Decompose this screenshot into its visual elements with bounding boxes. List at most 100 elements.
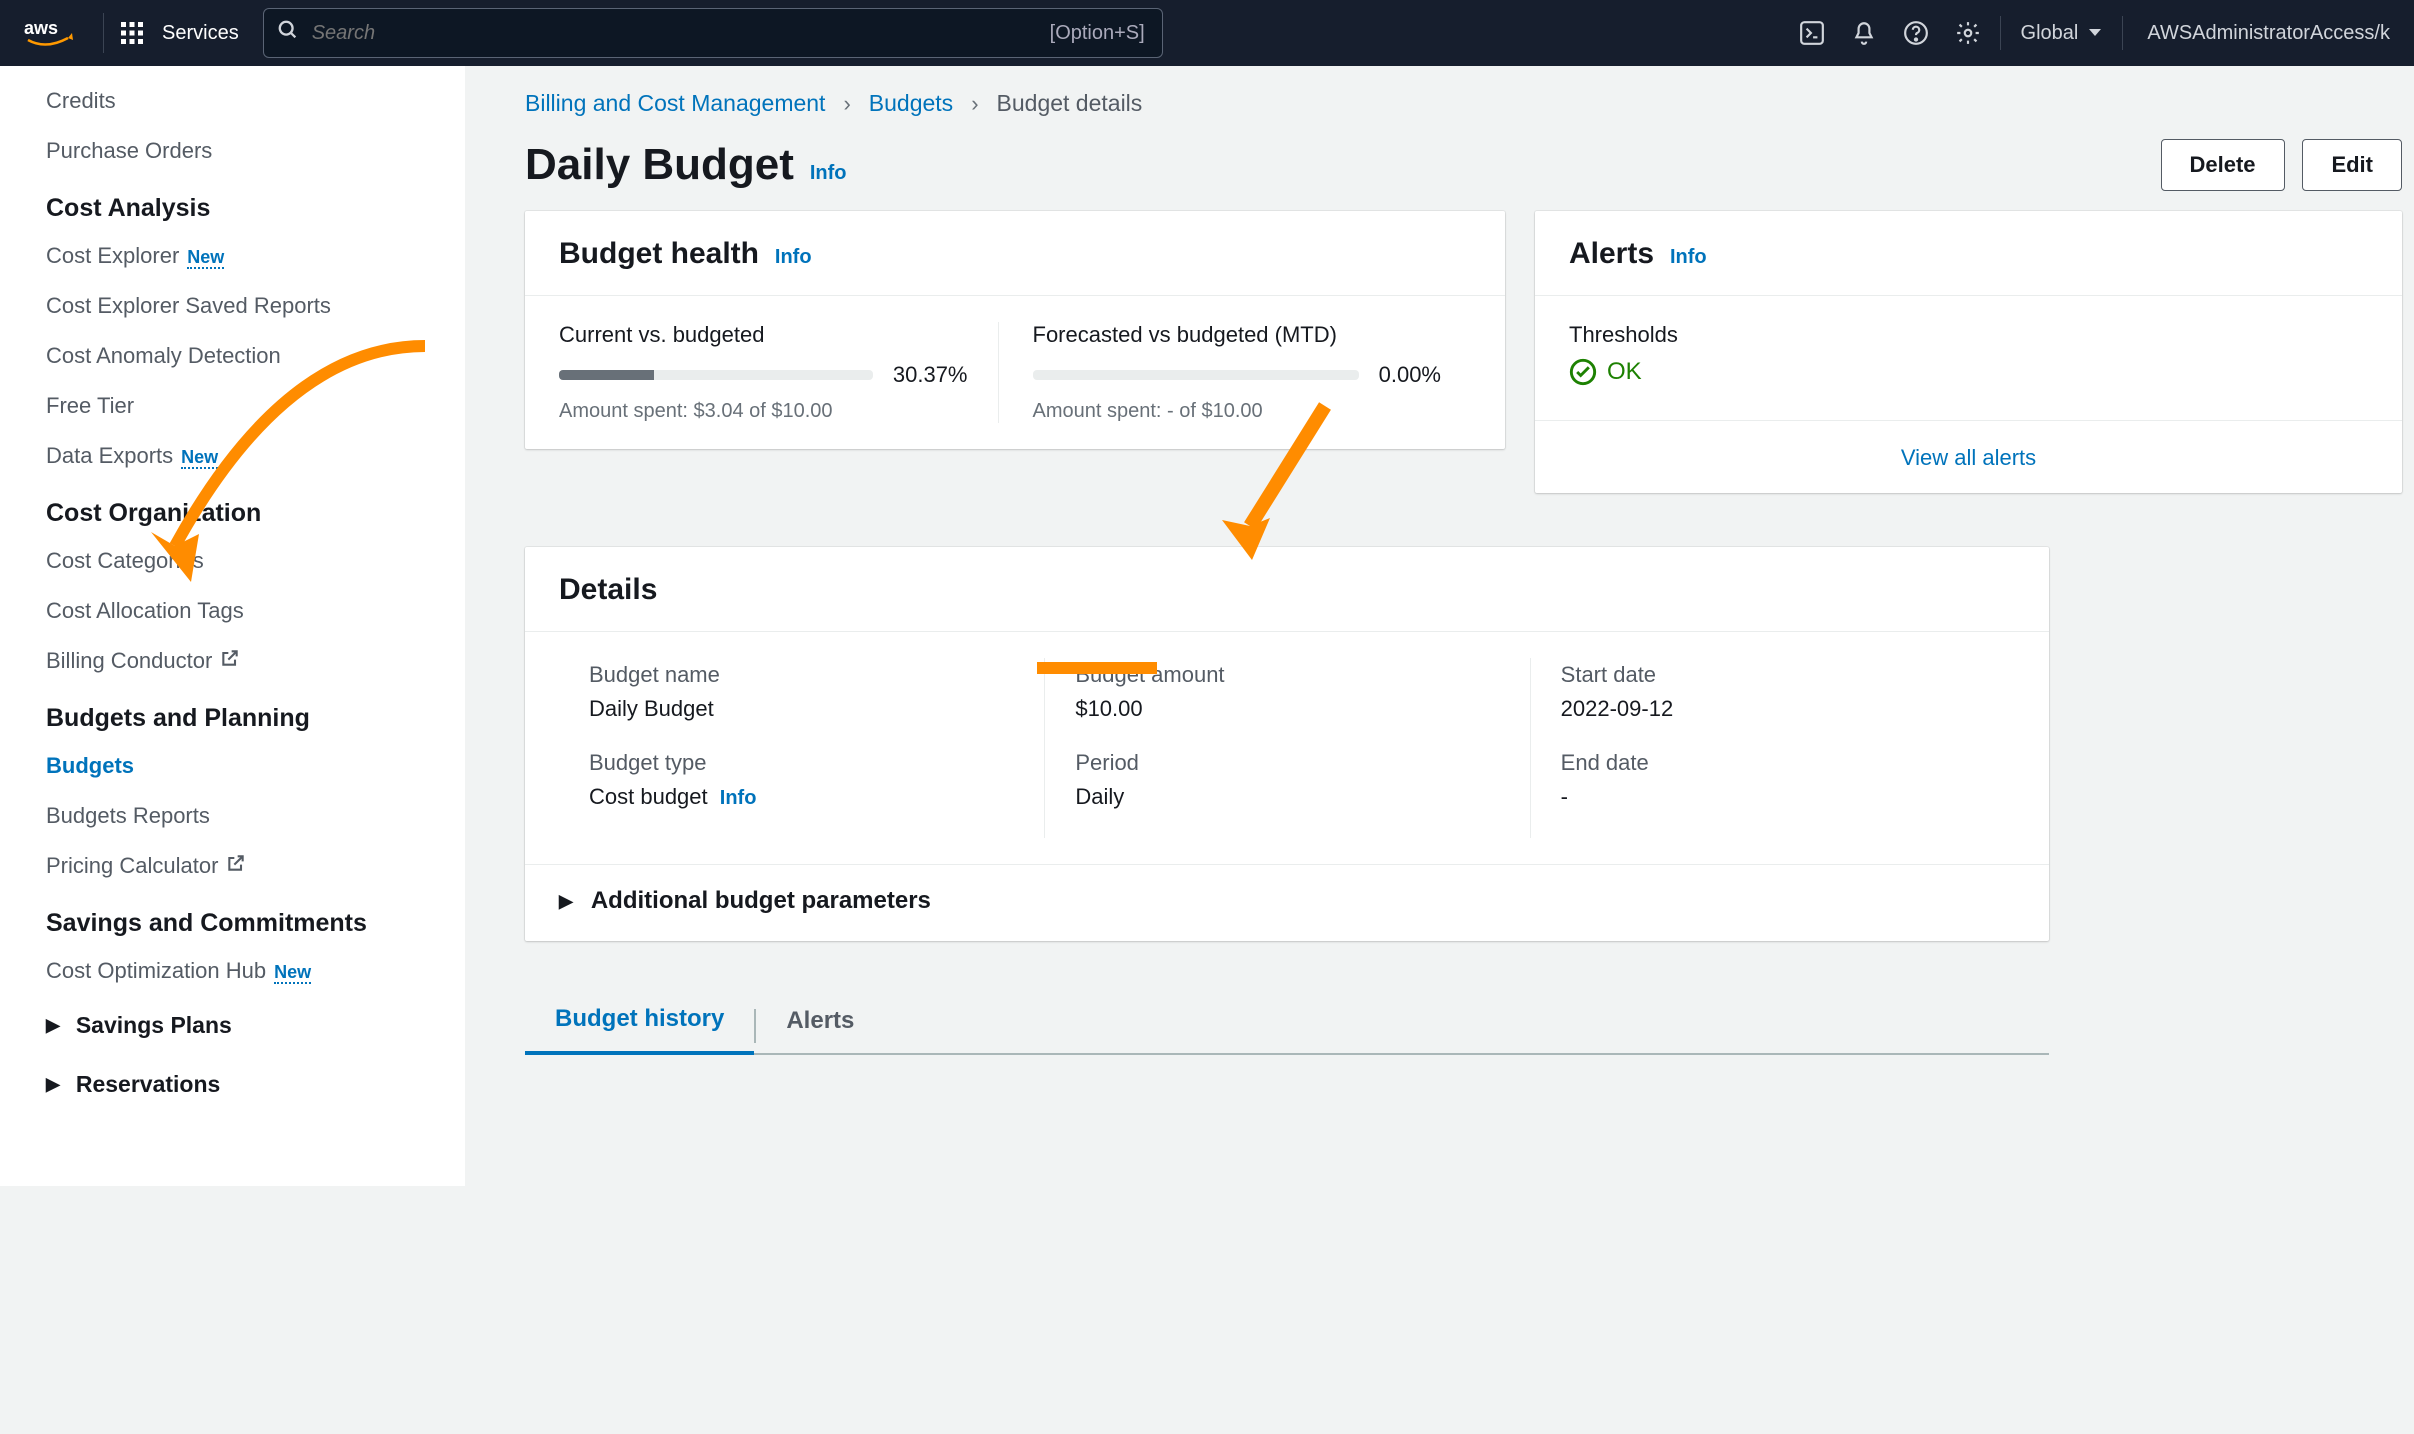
- additional-params-expander[interactable]: ▶ Additional budget parameters: [525, 864, 2049, 941]
- sidebar-section-cost-analysis: Cost Analysis: [46, 176, 465, 231]
- external-icon: [226, 853, 246, 878]
- services-grid-icon[interactable]: [116, 17, 148, 49]
- top-nav: aws Services [Option+S] Global AWSAdm: [0, 0, 2414, 66]
- status-ok-icon: [1569, 358, 1597, 386]
- edit-button[interactable]: Edit: [2302, 139, 2402, 191]
- sidebar-item-budgets-reports[interactable]: Budgets Reports: [46, 791, 465, 841]
- delete-button[interactable]: Delete: [2161, 139, 2285, 191]
- sidebar-item-label: Pricing Calculator: [46, 853, 218, 878]
- account-menu[interactable]: AWSAdministratorAccess/k: [2129, 22, 2408, 45]
- budget-health-heading: Budget health: [559, 237, 759, 270]
- sidebar-item-label: Savings Plans: [76, 1012, 232, 1039]
- sidebar-section-savings: Savings and Commitments: [46, 891, 465, 946]
- page-title: Daily Budget: [525, 140, 794, 189]
- budget-health-card: Budget health Info Current vs. budgeted …: [525, 211, 1505, 449]
- title-info-link[interactable]: Info: [810, 162, 847, 184]
- details-card: Details Budget name Daily Budget Budget …: [525, 547, 2049, 941]
- tabs: Budget history Alerts: [525, 989, 2049, 1055]
- breadcrumb: Billing and Cost Management › Budgets › …: [525, 90, 2402, 117]
- sidebar-item-pricing-calculator[interactable]: Pricing Calculator: [46, 841, 465, 891]
- forecast-percent: 0.00%: [1379, 362, 1441, 388]
- sidebar-item-cost-opt-hub[interactable]: Cost Optimization Hub New: [46, 946, 465, 996]
- forecast-vs-budgeted-label: Forecasted vs budgeted (MTD): [1033, 322, 1442, 348]
- alerts-info-link[interactable]: Info: [1670, 246, 1707, 268]
- chevron-right-icon: ›: [971, 91, 978, 117]
- budget-name-label: Budget name: [589, 662, 1014, 688]
- region-label: Global: [2021, 22, 2079, 45]
- sidebar-item-anomaly[interactable]: Cost Anomaly Detection: [46, 331, 465, 381]
- sidebar-item-label: Cost Explorer: [46, 243, 179, 268]
- budget-type-info-link[interactable]: Info: [720, 787, 757, 809]
- chevron-down-icon: [2088, 28, 2102, 38]
- start-date-value: 2022-09-12: [1561, 696, 1985, 722]
- details-heading: Details: [559, 573, 657, 606]
- sidebar-item-label: Reservations: [76, 1071, 220, 1098]
- new-badge: New: [274, 962, 311, 984]
- budget-type-value: Cost budget: [589, 784, 708, 809]
- current-progress-bar: [559, 370, 873, 380]
- sidebar-item-label: Data Exports: [46, 443, 173, 468]
- global-search: [Option+S]: [263, 8, 1163, 58]
- view-all-alerts-link[interactable]: View all alerts: [1901, 445, 2036, 470]
- sidebar-item-free-tier[interactable]: Free Tier: [46, 381, 465, 431]
- sidebar-item-cost-categories[interactable]: Cost Categories: [46, 536, 465, 586]
- sidebar-item-billing-conductor[interactable]: Billing Conductor: [46, 636, 465, 686]
- sidebar-item-purchase-orders[interactable]: Purchase Orders: [46, 126, 465, 176]
- current-percent: 30.37%: [893, 362, 968, 388]
- caret-right-icon: ▶: [46, 1015, 60, 1036]
- period-label: Period: [1075, 750, 1499, 776]
- svg-text:aws: aws: [24, 18, 58, 38]
- status-ok-text: OK: [1607, 358, 1642, 386]
- tab-alerts[interactable]: Alerts: [756, 991, 884, 1053]
- sidebar-item-cost-allocation-tags[interactable]: Cost Allocation Tags: [46, 586, 465, 636]
- end-date-label: End date: [1561, 750, 1985, 776]
- aws-logo[interactable]: aws: [0, 13, 104, 53]
- breadcrumb-root[interactable]: Billing and Cost Management: [525, 90, 825, 117]
- sidebar-collapse-reservations[interactable]: ▶ Reservations: [46, 1055, 465, 1114]
- breadcrumb-budgets[interactable]: Budgets: [869, 90, 953, 117]
- budget-amount-label: Budget amount: [1075, 662, 1499, 688]
- sidebar-item-label: Billing Conductor: [46, 648, 212, 673]
- alerts-card: Alerts Info Thresholds OK View all alert…: [1535, 211, 2402, 493]
- sidebar: Credits Purchase Orders Cost Analysis Co…: [0, 66, 465, 1186]
- region-selector[interactable]: Global: [2007, 22, 2117, 45]
- main-content: Billing and Cost Management › Budgets › …: [465, 66, 2414, 1186]
- search-icon: [277, 19, 299, 47]
- sidebar-collapse-savings-plans[interactable]: ▶ Savings Plans: [46, 996, 465, 1055]
- alerts-heading: Alerts: [1569, 237, 1654, 270]
- settings-icon[interactable]: [1942, 13, 1994, 53]
- cloudshell-icon[interactable]: [1786, 13, 1838, 53]
- new-badge: New: [187, 247, 224, 269]
- budget-type-label: Budget type: [589, 750, 1014, 776]
- sidebar-item-credits[interactable]: Credits: [46, 76, 465, 126]
- caret-right-icon: ▶: [559, 891, 573, 912]
- start-date-label: Start date: [1561, 662, 1985, 688]
- sidebar-section-budgets: Budgets and Planning: [46, 686, 465, 741]
- breadcrumb-current: Budget details: [997, 90, 1143, 117]
- search-shortcut-hint: [Option+S]: [1050, 22, 1145, 45]
- sidebar-item-budgets[interactable]: Budgets: [46, 741, 465, 791]
- forecast-amount-spent: Amount spent: - of $10.00: [1033, 400, 1442, 423]
- budget-health-info-link[interactable]: Info: [775, 246, 812, 268]
- sidebar-item-saved-reports[interactable]: Cost Explorer Saved Reports: [46, 281, 465, 331]
- search-input[interactable]: [263, 8, 1163, 58]
- services-link[interactable]: Services: [162, 22, 239, 45]
- budget-amount-value: $10.00: [1075, 696, 1499, 722]
- threshold-status: OK: [1569, 358, 2368, 386]
- notifications-icon[interactable]: [1838, 13, 1890, 53]
- sidebar-item-cost-explorer[interactable]: Cost Explorer New: [46, 231, 465, 281]
- end-date-value: -: [1561, 784, 1985, 810]
- sidebar-section-cost-org: Cost Organization: [46, 481, 465, 536]
- tab-budget-history[interactable]: Budget history: [525, 989, 754, 1055]
- sidebar-item-label: Cost Optimization Hub: [46, 958, 266, 983]
- new-badge: New: [181, 447, 218, 469]
- sidebar-item-data-exports[interactable]: Data Exports New: [46, 431, 465, 481]
- help-icon[interactable]: [1890, 13, 1942, 53]
- current-vs-budgeted-label: Current vs. budgeted: [559, 322, 968, 348]
- external-icon: [220, 648, 240, 673]
- current-amount-spent: Amount spent: $3.04 of $10.00: [559, 400, 968, 423]
- caret-right-icon: ▶: [46, 1074, 60, 1095]
- period-value: Daily: [1075, 784, 1499, 810]
- budget-name-value: Daily Budget: [589, 696, 1014, 722]
- forecast-progress-bar: [1033, 370, 1359, 380]
